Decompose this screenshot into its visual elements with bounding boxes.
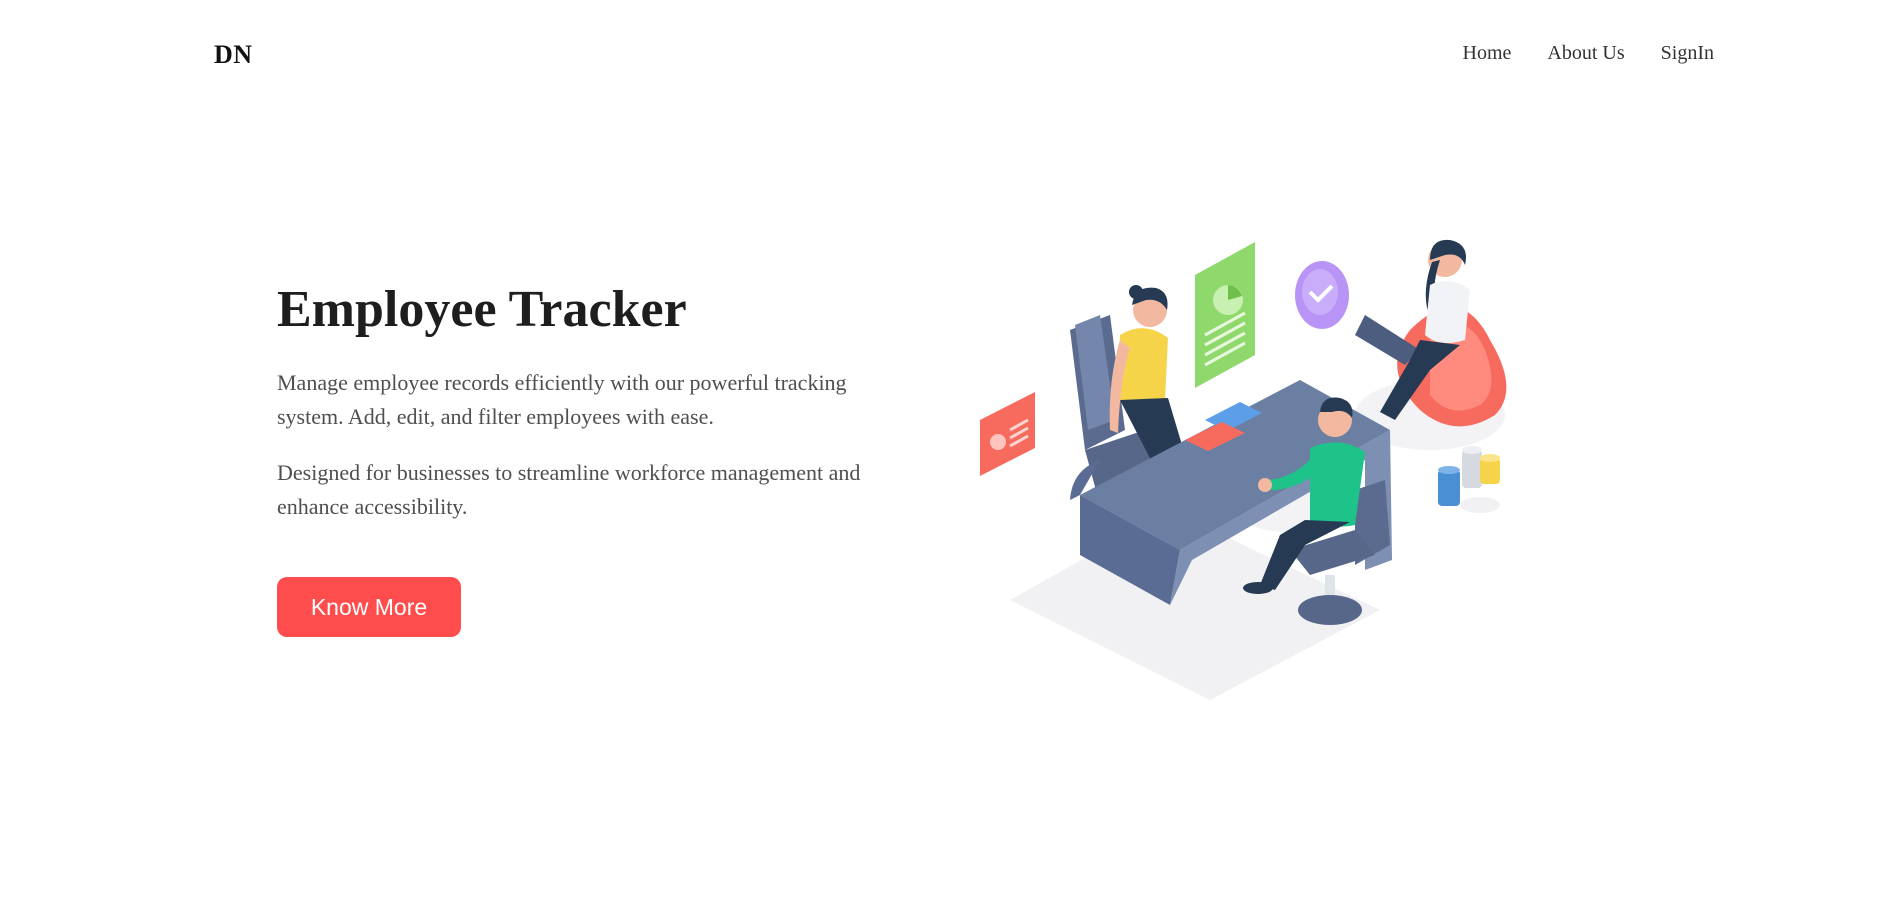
office-team-illustration — [980, 239, 1507, 700]
grey-cylinder — [1462, 450, 1482, 488]
woman-laptop-shirt — [1425, 281, 1470, 344]
hero-description-1: Manage employee records efficiently with… — [277, 370, 847, 429]
man-hand — [1258, 478, 1272, 492]
green-report-card — [1195, 242, 1255, 388]
woman-yellow-hairbun — [1129, 285, 1143, 299]
purple-badge-inner — [1302, 269, 1338, 315]
know-more-button[interactable]: Know More — [277, 577, 461, 637]
blue-cylinder-top — [1438, 466, 1460, 474]
hero-description-2: Designed for businesses to streamline wo… — [277, 460, 861, 519]
logo[interactable]: DN — [214, 40, 253, 70]
cylinders-shadow — [1460, 497, 1500, 513]
hero-section: Employee Tracker Manage employee records… — [277, 278, 877, 546]
blue-cylinder — [1438, 470, 1460, 506]
coral-profile-card — [980, 392, 1035, 476]
yellow-cylinder-top — [1480, 454, 1500, 462]
woman-yellow-shirt — [1118, 328, 1168, 405]
man-shoe — [1243, 582, 1273, 594]
nav-link-home[interactable]: Home — [1463, 42, 1512, 65]
grey-cylinder-top — [1462, 446, 1482, 454]
nav-link-signin[interactable]: SignIn — [1661, 42, 1714, 65]
nav-links: Home About Us SignIn — [1463, 42, 1714, 65]
hero-title: Employee Tracker — [277, 281, 687, 338]
chair-base — [1298, 595, 1362, 625]
nav-link-about-us[interactable]: About Us — [1547, 42, 1624, 65]
navbar: DN Home About Us SignIn — [0, 0, 1897, 108]
profile-avatar-icon — [990, 434, 1006, 450]
